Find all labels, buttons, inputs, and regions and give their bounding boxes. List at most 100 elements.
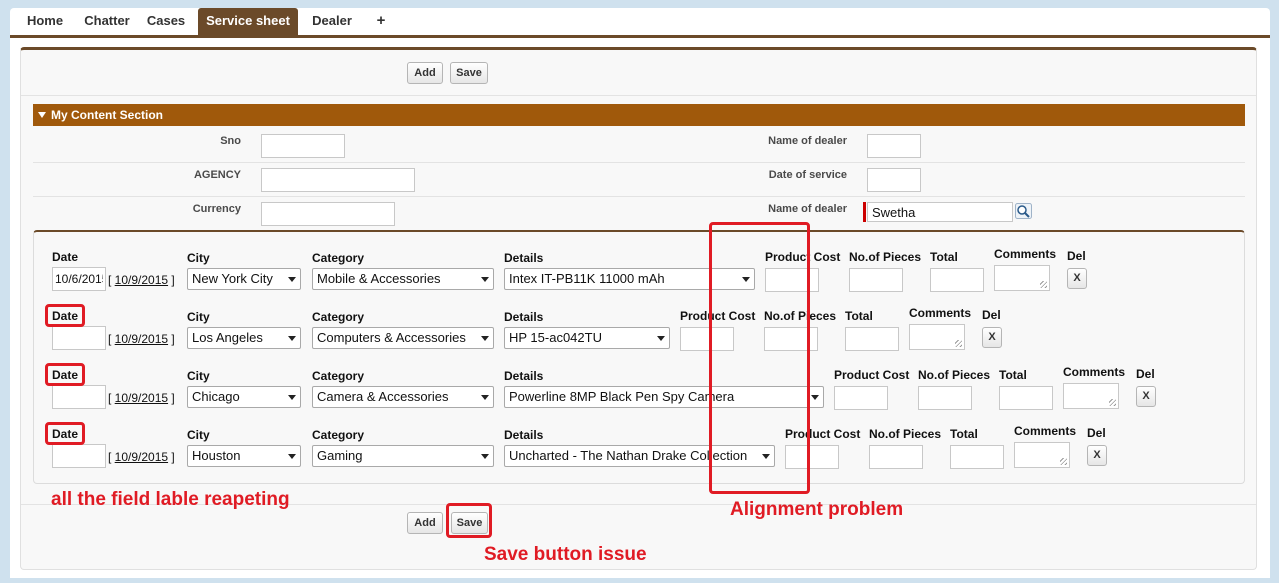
dealer-name-input[interactable] bbox=[867, 134, 921, 158]
row3-comments-textarea[interactable] bbox=[1063, 383, 1119, 409]
field-divider bbox=[745, 162, 1245, 163]
tab-home[interactable]: Home bbox=[14, 8, 76, 36]
row2-details-label: Details bbox=[504, 310, 544, 324]
lookup-magnifier-icon[interactable] bbox=[1015, 203, 1032, 219]
add-button-bottom[interactable]: Add bbox=[407, 512, 443, 534]
row3-date-input[interactable] bbox=[52, 385, 106, 409]
dealer-lookup-label: Name of dealer bbox=[768, 203, 847, 215]
row1-date-label: Date bbox=[52, 250, 79, 264]
row3-pieces-label: No.of Pieces bbox=[918, 368, 991, 382]
row3-product-cost-input[interactable] bbox=[834, 386, 888, 410]
row1-city-select[interactable]: New York City bbox=[187, 268, 301, 290]
row1-city-label: City bbox=[187, 251, 210, 265]
row3-date-link[interactable]: [ 10/9/2015 ] bbox=[108, 391, 175, 405]
row2-details-select[interactable]: HP 15-ac042TU bbox=[504, 327, 670, 349]
dealer-name-label: Name of dealer bbox=[768, 135, 847, 147]
tab-bar: Home Chatter Cases Service sheet Dealer … bbox=[10, 8, 1270, 37]
section-header[interactable]: My Content Section bbox=[33, 104, 1245, 126]
row3-details-label: Details bbox=[504, 369, 544, 383]
row2-date-input[interactable] bbox=[52, 326, 106, 350]
row4-city-select[interactable]: Houston bbox=[187, 445, 301, 467]
row2-category-label: Category bbox=[312, 310, 365, 324]
annotation-box-alignment bbox=[709, 222, 810, 494]
date-of-service-input[interactable] bbox=[867, 168, 921, 192]
row3-pieces-input[interactable] bbox=[918, 386, 972, 410]
row1-comments-label: Comments bbox=[994, 247, 1057, 261]
row2-total-label: Total bbox=[845, 309, 873, 323]
resize-grip-icon[interactable] bbox=[1040, 281, 1047, 288]
annotation-box-date-row2 bbox=[45, 304, 85, 327]
row2-comments-label: Comments bbox=[909, 306, 972, 320]
section-title: My Content Section bbox=[51, 108, 164, 122]
resize-grip-icon[interactable] bbox=[1109, 399, 1116, 406]
row3-total-label: Total bbox=[999, 368, 1027, 382]
row1-total-input[interactable] bbox=[930, 268, 984, 292]
required-marker bbox=[863, 202, 866, 222]
row3-city-label: City bbox=[187, 369, 210, 383]
row1-comments-textarea[interactable] bbox=[994, 265, 1050, 291]
tab-chatter[interactable]: Chatter bbox=[76, 8, 138, 36]
row1-del-label: Del bbox=[1067, 249, 1086, 263]
currency-input[interactable] bbox=[261, 202, 395, 226]
row4-pieces-input[interactable] bbox=[869, 445, 923, 469]
row1-category-select[interactable]: Mobile & Accessories bbox=[312, 268, 494, 290]
row4-category-label: Category bbox=[312, 428, 365, 442]
tab-service-sheet[interactable]: Service sheet bbox=[198, 8, 298, 36]
row4-city-label: City bbox=[187, 428, 210, 442]
sno-input[interactable] bbox=[261, 134, 345, 158]
row4-delete-button[interactable]: X bbox=[1087, 445, 1107, 466]
row2-city-select[interactable]: Los Angeles bbox=[187, 327, 301, 349]
row4-del-label: Del bbox=[1087, 426, 1106, 440]
annotation-box-date-row4 bbox=[45, 422, 85, 445]
annotation-alignment-text: Alignment problem bbox=[730, 499, 904, 520]
add-tab-plus-icon[interactable]: + bbox=[366, 8, 396, 36]
row2-del-label: Del bbox=[982, 308, 1001, 322]
annotation-repeating-text: all the field lable reapeting bbox=[51, 489, 290, 510]
field-divider bbox=[33, 196, 745, 197]
agency-label: AGENCY bbox=[193, 169, 241, 181]
save-button-top[interactable]: Save bbox=[450, 62, 488, 84]
row4-total-input[interactable] bbox=[950, 445, 1004, 469]
row3-category-select[interactable]: Camera & Accessories bbox=[312, 386, 494, 408]
divider bbox=[21, 95, 1256, 96]
row3-city-select[interactable]: Chicago bbox=[187, 386, 301, 408]
add-button-top[interactable]: Add bbox=[407, 62, 443, 84]
row2-category-select[interactable]: Computers & Accessories bbox=[312, 327, 494, 349]
row4-category-select[interactable]: Gaming bbox=[312, 445, 494, 467]
row4-total-label: Total bbox=[950, 427, 978, 441]
sno-label: Sno bbox=[220, 135, 241, 147]
field-divider bbox=[33, 162, 745, 163]
row3-delete-button[interactable]: X bbox=[1136, 386, 1156, 407]
row4-comments-label: Comments bbox=[1014, 424, 1077, 438]
row3-del-label: Del bbox=[1136, 367, 1155, 381]
date-of-service-label: Date of service bbox=[768, 169, 847, 181]
row3-product-cost-label: Product Cost bbox=[834, 368, 910, 382]
row1-pieces-label: No.of Pieces bbox=[849, 250, 922, 264]
collapse-triangle-icon bbox=[38, 112, 46, 118]
row4-pieces-label: No.of Pieces bbox=[869, 427, 942, 441]
row4-date-link[interactable]: [ 10/9/2015 ] bbox=[108, 450, 175, 464]
resize-grip-icon[interactable] bbox=[1060, 458, 1067, 465]
row2-comments-textarea[interactable] bbox=[909, 324, 965, 350]
row1-delete-button[interactable]: X bbox=[1067, 268, 1087, 289]
annotation-box-date-row3 bbox=[45, 363, 85, 386]
row4-comments-textarea[interactable] bbox=[1014, 442, 1070, 468]
row3-total-input[interactable] bbox=[999, 386, 1053, 410]
currency-label: Currency bbox=[192, 203, 241, 215]
agency-input[interactable] bbox=[261, 168, 415, 192]
row1-date-input[interactable] bbox=[52, 267, 106, 291]
row1-date-link[interactable]: [ 10/9/2015 ] bbox=[108, 273, 175, 287]
dealer-lookup-input[interactable] bbox=[867, 202, 1013, 222]
row2-date-link[interactable]: [ 10/9/2015 ] bbox=[108, 332, 175, 346]
tab-cases[interactable]: Cases bbox=[138, 8, 194, 36]
row1-pieces-input[interactable] bbox=[849, 268, 903, 292]
tab-dealer[interactable]: Dealer bbox=[302, 8, 362, 36]
annotation-save-text: Save button issue bbox=[484, 544, 647, 565]
row2-total-input[interactable] bbox=[845, 327, 899, 351]
row2-delete-button[interactable]: X bbox=[982, 327, 1002, 348]
row1-category-label: Category bbox=[312, 251, 365, 265]
row4-date-input[interactable] bbox=[52, 444, 106, 468]
row1-total-label: Total bbox=[930, 250, 958, 264]
resize-grip-icon[interactable] bbox=[955, 340, 962, 347]
row3-comments-label: Comments bbox=[1063, 365, 1126, 379]
